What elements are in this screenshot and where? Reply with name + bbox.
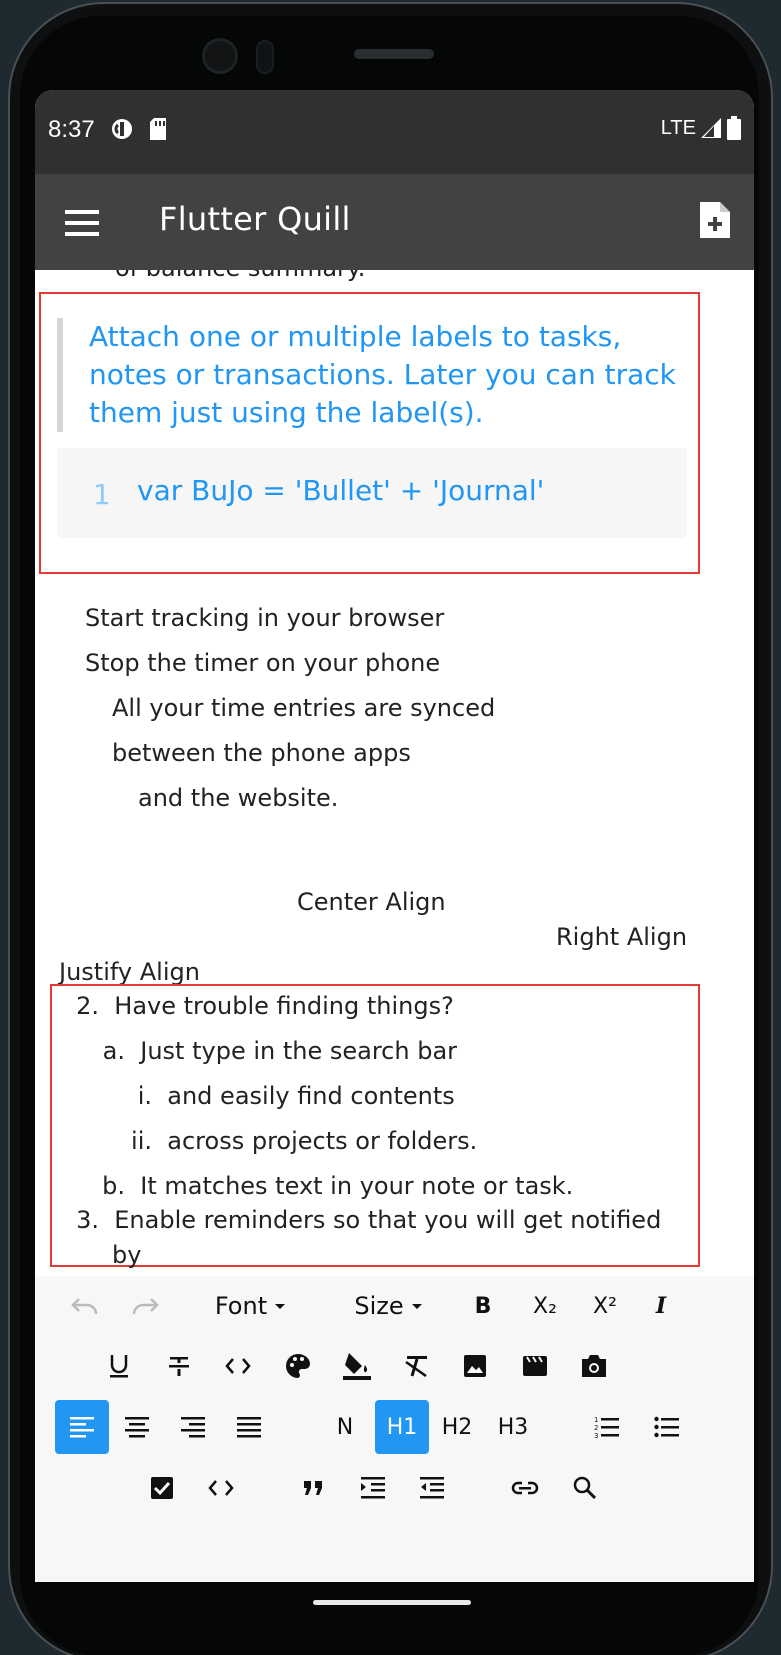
ordered-list-icon[interactable]: 123: [587, 1400, 627, 1454]
status-right: LTE: [661, 116, 742, 140]
earpiece-speaker: [354, 49, 434, 59]
strikethrough-button[interactable]: [159, 1340, 199, 1392]
normal-text-button[interactable]: N: [327, 1400, 363, 1454]
chevron-down-icon: [275, 1303, 286, 1309]
svg-text:2: 2: [594, 1424, 598, 1432]
indent-line: Stop the timer on your phone: [85, 649, 441, 677]
battery-icon: [727, 116, 741, 140]
camera-sensor: [256, 40, 274, 74]
list-marker: 2.: [76, 992, 99, 1020]
sd-card-icon: [149, 118, 167, 144]
note-add-icon[interactable]: [700, 202, 730, 242]
align-left-button[interactable]: [55, 1400, 109, 1454]
indent-line: All your time entries are synced: [112, 694, 496, 722]
size-label: Size: [354, 1292, 404, 1320]
indent-line: Start tracking in your browser: [85, 604, 445, 632]
list-marker: 3.: [76, 1206, 99, 1234]
status-time: 8:37: [48, 116, 95, 143]
link-icon[interactable]: [505, 1462, 545, 1514]
list-marker: a.: [102, 1037, 125, 1065]
code-block: 1 var BuJo = 'Bullet' + 'Journal': [57, 448, 687, 538]
code-line-number: 1: [93, 478, 111, 511]
app-title: Flutter Quill: [159, 200, 351, 238]
italic-button[interactable]: I: [641, 1280, 681, 1332]
svg-text:1: 1: [594, 1416, 598, 1424]
list-item: b. It matches text in your note or task.: [101, 1172, 573, 1200]
vpn-icon: [111, 118, 133, 144]
right-align-text: Right Align: [556, 923, 688, 951]
list-text: Enable reminders so that you will get no…: [114, 1206, 662, 1234]
bullet-list-icon[interactable]: [647, 1400, 687, 1454]
signal-icon: [701, 118, 721, 138]
block-quote: Attach one or multiple labels to tasks, …: [57, 318, 687, 432]
list-item: a. Just type in the search bar: [101, 1037, 457, 1065]
undo-button[interactable]: [65, 1280, 105, 1332]
underline-button[interactable]: [99, 1340, 139, 1392]
align-center-button[interactable]: [117, 1400, 157, 1454]
checkbox-icon[interactable]: [142, 1462, 182, 1514]
chevron-down-icon: [411, 1303, 422, 1309]
quote-icon[interactable]: [293, 1462, 333, 1514]
indent-line: between the phone apps: [112, 739, 411, 767]
list-item: 2. Have trouble finding things?: [75, 992, 454, 1020]
screen: 8:37 LTE Flutter Quill of balance summar…: [35, 90, 754, 1582]
background-color-icon[interactable]: [337, 1340, 377, 1392]
subscript-button[interactable]: X₂: [523, 1280, 567, 1332]
size-dropdown[interactable]: Size: [335, 1280, 441, 1332]
list-text: and easily find contents: [167, 1082, 455, 1110]
editor[interactable]: of balance summary. Attach one or multip…: [35, 270, 754, 1275]
bold-button[interactable]: B: [463, 1280, 503, 1332]
svg-text:3: 3: [594, 1432, 598, 1439]
heading2-button[interactable]: H2: [437, 1400, 477, 1454]
list-marker: b.: [102, 1172, 125, 1200]
list-item: ii. across projects or folders.: [128, 1127, 477, 1155]
camera-icon[interactable]: [574, 1340, 614, 1392]
indent-decrease-icon[interactable]: [412, 1462, 452, 1514]
font-label: Font: [214, 1292, 268, 1320]
app-bar: Flutter Quill: [35, 174, 754, 270]
list-marker: i.: [137, 1082, 152, 1110]
indent-line: and the website.: [138, 784, 339, 812]
list-marker: ii.: [131, 1127, 152, 1155]
formatting-toolbar: Font Size B X₂ X² I N H1 H2 H3 1 2 3: [35, 1276, 754, 1582]
list-item: 3. Enable reminders so that you will get…: [75, 1206, 661, 1234]
list-item: i. and easily find contents: [128, 1082, 455, 1110]
align-right-button[interactable]: [173, 1400, 213, 1454]
network-type: LTE: [660, 116, 696, 139]
code-block-icon[interactable]: [201, 1462, 241, 1514]
clear-format-icon[interactable]: [396, 1340, 436, 1392]
video-icon[interactable]: [515, 1340, 555, 1392]
redo-button[interactable]: [125, 1280, 165, 1332]
search-icon[interactable]: [565, 1462, 605, 1514]
list-text: Have trouble finding things?: [114, 992, 454, 1020]
menu-icon[interactable]: [65, 210, 99, 236]
code-text: var BuJo = 'Bullet' + 'Journal': [137, 474, 545, 507]
image-icon[interactable]: [455, 1340, 495, 1392]
heading3-button[interactable]: H3: [493, 1400, 533, 1454]
align-justify-button[interactable]: [229, 1400, 269, 1454]
front-camera: [202, 38, 238, 74]
cut-off-line: of balance summary.: [115, 270, 365, 282]
home-indicator[interactable]: [313, 1600, 471, 1605]
list-text: Just type in the search bar: [140, 1037, 458, 1065]
list-item-continuation: by: [112, 1241, 142, 1269]
justify-align-text: Justify Align: [59, 958, 200, 986]
status-bar: 8:37 LTE: [35, 90, 754, 174]
list-text: It matches text in your note or task.: [140, 1172, 574, 1200]
font-dropdown[interactable]: Font: [195, 1280, 305, 1332]
heading1-button[interactable]: H1: [375, 1400, 429, 1454]
list-text: across projects or folders.: [167, 1127, 478, 1155]
indent-increase-icon[interactable]: [353, 1462, 393, 1514]
text-color-icon[interactable]: [278, 1340, 318, 1392]
superscript-button[interactable]: X²: [583, 1280, 627, 1332]
inline-code-button[interactable]: [218, 1340, 258, 1392]
center-align-text: Center Align: [297, 888, 446, 916]
